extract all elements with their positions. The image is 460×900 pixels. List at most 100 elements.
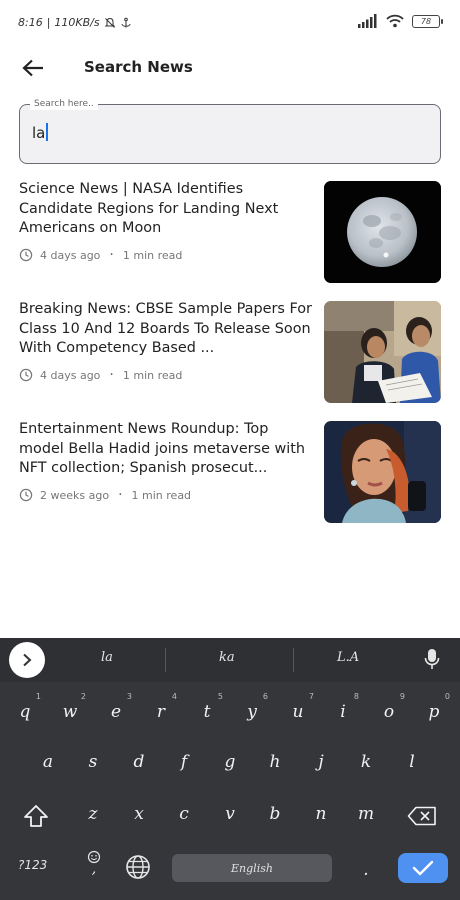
search-input[interactable]: Search here.. la xyxy=(19,98,441,164)
news-title: Science News | NASA Identifies Candidate… xyxy=(19,181,279,237)
news-meta: 4 days ago · 1 min read xyxy=(19,248,182,262)
key-label: o xyxy=(383,702,395,722)
key-l[interactable]: l xyxy=(392,752,432,772)
key-label: d xyxy=(133,752,145,772)
key-q[interactable]: q1 xyxy=(5,692,45,722)
suggestion-3[interactable]: L.A xyxy=(337,650,359,665)
status-time: 8:16 xyxy=(18,16,43,29)
key-r[interactable]: r4 xyxy=(141,692,181,722)
news-time: 4 days ago xyxy=(40,248,101,262)
key-n[interactable]: n xyxy=(301,804,341,824)
news-thumbnail-model xyxy=(324,421,441,523)
mic-icon xyxy=(424,649,440,669)
key-s[interactable]: s xyxy=(73,752,113,772)
key-f[interactable]: f xyxy=(164,752,204,772)
arrow-back-icon xyxy=(22,59,43,77)
news-item[interactable]: Entertainment News Roundup: Top model Be… xyxy=(19,420,441,540)
key-label: s xyxy=(88,752,98,772)
key-label: b xyxy=(269,804,281,824)
suggestion-2[interactable]: ka xyxy=(219,650,235,665)
suggestion-1[interactable]: la xyxy=(101,650,113,665)
key-label: k xyxy=(360,752,372,772)
key-hint: 4 xyxy=(171,692,177,701)
key-w[interactable]: w2 xyxy=(50,692,90,722)
key-e[interactable]: e3 xyxy=(96,692,136,722)
key-label: p xyxy=(428,702,440,722)
key-label: r xyxy=(156,702,166,722)
backspace-key[interactable] xyxy=(402,806,442,831)
key-label: w xyxy=(62,702,78,722)
key-hint: 2 xyxy=(80,692,86,701)
key-a[interactable]: a xyxy=(28,752,68,772)
key-label: j xyxy=(318,752,324,772)
key-z[interactable]: z xyxy=(73,804,113,824)
back-button[interactable] xyxy=(18,54,48,82)
language-key[interactable] xyxy=(118,854,158,885)
news-time: 2 weeks ago xyxy=(40,488,110,502)
news-item[interactable]: Science News | NASA Identifies Candidate… xyxy=(19,180,441,300)
key-o[interactable]: o9 xyxy=(369,692,409,722)
news-read-time: 1 min read xyxy=(122,368,183,382)
symbols-key[interactable]: ?123 xyxy=(18,858,47,872)
key-h[interactable]: h xyxy=(255,752,295,772)
students-image xyxy=(324,301,441,403)
clock-icon xyxy=(19,488,33,502)
mic-button[interactable] xyxy=(424,648,440,674)
text-cursor xyxy=(46,123,49,141)
key-label: l xyxy=(409,752,415,772)
key-i[interactable]: i8 xyxy=(323,692,363,722)
clock-icon xyxy=(19,368,33,382)
key-label: x xyxy=(134,804,144,824)
shift-key[interactable] xyxy=(16,804,56,833)
key-hint: 7 xyxy=(308,692,314,701)
comma-label: , xyxy=(91,861,97,877)
key-hint: 0 xyxy=(444,692,450,701)
news-title: Breaking News: CBSE Sample Papers For Cl… xyxy=(19,301,312,357)
key-hint: 5 xyxy=(217,692,223,701)
signal-icon xyxy=(358,14,377,28)
key-label: v xyxy=(225,804,235,824)
key-u[interactable]: u7 xyxy=(278,692,318,722)
key-c[interactable]: c xyxy=(164,804,204,824)
key-j[interactable]: j xyxy=(301,752,341,772)
key-label: n xyxy=(315,804,327,824)
key-b[interactable]: b xyxy=(255,804,295,824)
emoji-comma-key[interactable]: , xyxy=(74,850,114,877)
key-label: a xyxy=(42,752,54,772)
key-label: h xyxy=(269,752,281,772)
key-hint: 8 xyxy=(353,692,359,701)
status-bar: 8:16 | 110KB/s 78 xyxy=(0,0,460,46)
clock-icon xyxy=(19,248,33,262)
key-g[interactable]: g xyxy=(210,752,250,772)
model-image xyxy=(324,421,441,523)
key-x[interactable]: x xyxy=(119,804,159,824)
key-m[interactable]: m xyxy=(346,804,386,824)
search-label: Search here.. xyxy=(30,98,98,110)
status-left: 8:16 | 110KB/s xyxy=(18,16,132,29)
status-right: 78 xyxy=(358,14,443,28)
key-label: y xyxy=(247,702,257,722)
key-k[interactable]: k xyxy=(346,752,386,772)
key-d[interactable]: d xyxy=(119,752,159,772)
news-thumbnail-students xyxy=(324,301,441,403)
key-p[interactable]: p0 xyxy=(414,692,454,722)
key-hint: 1 xyxy=(35,692,41,701)
search-value[interactable]: la xyxy=(32,123,49,142)
enter-button[interactable] xyxy=(398,853,448,883)
meta-dot: · xyxy=(109,247,114,263)
backspace-icon xyxy=(407,806,436,826)
news-item[interactable]: Breaking News: CBSE Sample Papers For Cl… xyxy=(19,300,441,420)
key-v[interactable]: v xyxy=(210,804,250,824)
key-y[interactable]: y6 xyxy=(232,692,272,722)
suggestion-divider xyxy=(293,648,294,672)
suggestion-expand-button[interactable] xyxy=(9,642,45,678)
space-key[interactable]: English xyxy=(172,854,332,882)
news-read-time: 1 min read xyxy=(131,488,192,502)
chevron-right-icon xyxy=(23,653,32,667)
news-list: Science News | NASA Identifies Candidate… xyxy=(19,180,441,540)
key-label: i xyxy=(340,702,346,722)
checkmark-icon xyxy=(412,860,434,876)
key-t[interactable]: t5 xyxy=(187,692,227,722)
period-key[interactable]: . xyxy=(346,860,386,880)
key-label: m xyxy=(357,804,375,824)
